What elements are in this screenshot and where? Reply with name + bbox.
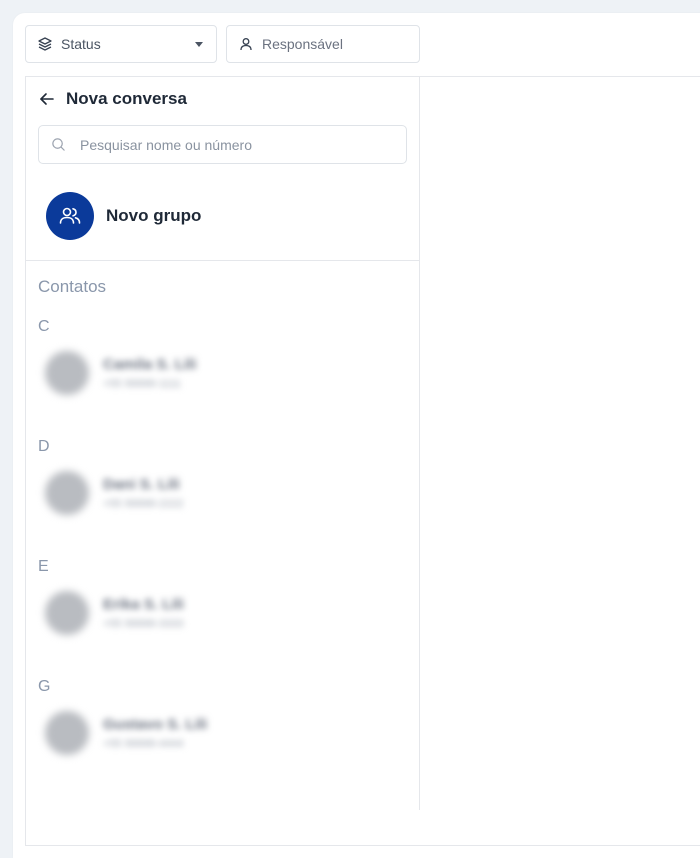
contact-phone: +55 99999-2222 [103, 498, 184, 510]
avatar [45, 711, 89, 755]
avatar [45, 591, 89, 635]
contact-name: Erika S. Lili [103, 596, 184, 613]
contact-search[interactable] [38, 125, 407, 164]
new-chat-header: Nova conversa [38, 89, 187, 109]
section-letter: G [38, 678, 51, 695]
avatar [45, 351, 89, 395]
status-filter-label: Status [61, 36, 101, 52]
avatar [45, 471, 89, 515]
new-chat-panel: Nova conversa Novo grupo Contatos [25, 77, 420, 810]
section-letter: C [38, 318, 50, 335]
contact-item[interactable]: Erika S. Lili +55 99999-3333 [45, 587, 245, 639]
contact-item[interactable]: Dani S. Lili +55 99999-2222 [45, 467, 245, 519]
chevron-down-icon [195, 41, 203, 47]
layers-icon [37, 36, 53, 52]
section-letter: E [38, 558, 49, 575]
contact-item[interactable]: Gustavo S. Lili +55 99999-4444 [45, 707, 245, 759]
contact-item[interactable]: Camila S. Lili +55 99999-1111 [45, 347, 245, 399]
divider [25, 260, 419, 261]
arrow-left-icon[interactable] [38, 90, 56, 108]
new-group-label: Novo grupo [106, 206, 202, 225]
contact-name: Dani S. Lili [103, 476, 180, 493]
contact-phone: +55 99999-1111 [103, 378, 181, 390]
new-group-button[interactable]: Novo grupo [46, 192, 201, 240]
contacts-heading: Contatos [38, 277, 107, 296]
contact-name: Gustavo S. Lili [103, 716, 208, 733]
contact-phone: +55 99999-4444 [103, 738, 184, 750]
user-icon [238, 36, 254, 52]
filter-bar: Status Responsável [25, 25, 420, 63]
contact-name: Camila S. Lili [103, 356, 197, 373]
status-filter-select[interactable]: Status [25, 25, 217, 63]
search-input[interactable] [78, 135, 406, 154]
section-letter: D [38, 438, 50, 455]
search-icon [51, 137, 66, 152]
responsavel-filter-placeholder: Responsável [262, 36, 343, 52]
responsavel-filter-input[interactable]: Responsável [226, 25, 420, 63]
page-title: Nova conversa [66, 89, 187, 108]
contact-phone: +55 99999-3333 [103, 618, 184, 630]
users-icon [58, 204, 82, 228]
group-avatar [46, 192, 94, 240]
